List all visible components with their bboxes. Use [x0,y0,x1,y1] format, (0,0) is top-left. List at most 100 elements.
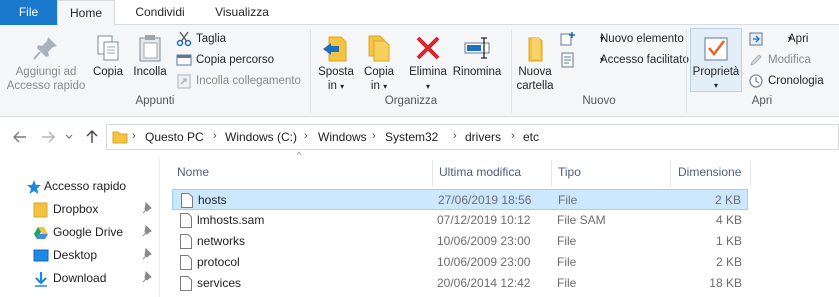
file-size: 2 KB [714,193,741,207]
edit-label: Modifica [768,54,811,66]
file-modified: 07/12/2019 10:12 [437,213,531,227]
column-header-modified[interactable]: Ultima modifica [439,162,549,182]
move-to-icon [323,36,347,62]
column-divider[interactable] [551,160,552,186]
column-divider[interactable] [670,160,671,186]
pin-quick-access-button[interactable]: Aggiungi ad Accesso rapido [4,33,88,93]
breadcrumb-separator[interactable]: › [511,130,515,142]
file-modified: 10/06/2009 23:00 [437,234,531,248]
breadcrumb-separator[interactable]: › [132,130,136,142]
tab-view[interactable]: Visualizza [202,0,282,25]
column-header-name[interactable]: Nome [177,162,427,182]
back-button[interactable] [10,127,30,147]
new-folder-button[interactable]: Nuova cartella [514,33,556,93]
new-item-button[interactable]: Nuovo elemento ▾ [560,29,684,49]
copy-to-label-2: in ▾ [370,80,388,92]
paste-label: Incolla [133,66,167,78]
recent-locations-button[interactable] [62,127,76,147]
file-name: lmhosts.sam [197,213,265,227]
properties-label: Proprietà [692,66,740,78]
breadcrumb-system32[interactable]: System32 [385,130,438,144]
nav-item-dropbox[interactable]: Dropbox [0,198,159,221]
breadcrumb-windows[interactable]: Windows [318,130,367,144]
nav-item-download[interactable]: Download [0,267,159,290]
breadcrumb-separator[interactable]: › [453,130,457,142]
file-icon [180,213,192,228]
download-icon [35,272,47,287]
nav-item-label: Dropbox [53,202,99,216]
address-bar[interactable]: › Questo PC › Windows (C:) › Windows › S… [106,124,839,150]
breadcrumb-drivers[interactable]: drivers [465,130,501,144]
file-row[interactable]: networks 10/06/2009 23:00 File 1 KB [172,231,748,252]
file-name: networks [197,234,246,248]
breadcrumb-separator[interactable]: › [372,130,376,142]
tab-home[interactable]: Home [57,0,115,26]
forward-button[interactable] [38,127,58,147]
move-to-button[interactable]: Sposta in ▾ [314,33,358,94]
rename-button[interactable]: Rinomina [451,33,503,79]
file-icon [180,276,192,291]
open-button[interactable]: Apri ▾ [748,29,808,49]
copy-path-button[interactable]: Copia percorso [176,50,306,70]
group-label-organize: Organizza [384,95,438,107]
forward-arrow-icon [42,131,55,143]
file-modified: 10/06/2009 23:00 [437,255,531,269]
copy-button[interactable]: Copia [90,33,126,79]
file-size: 1 KB [715,234,742,248]
nav-item-label: Accesso rapido [44,179,127,193]
file-modified: 27/06/2019 18:56 [438,193,532,207]
pin-icon [142,202,152,214]
properties-icon [704,37,728,61]
copy-path-icon [176,54,192,66]
breadcrumb-separator[interactable]: › [304,130,308,142]
file-icon [181,193,193,208]
column-header-type[interactable]: Tipo [558,162,658,182]
history-button[interactable]: Cronologia [748,71,836,91]
delete-label: Elimina ▾ [409,66,447,91]
paste-shortcut-button[interactable]: Incolla collegamento [176,71,306,91]
new-item-icon [560,32,575,46]
up-arrow-icon [86,130,98,143]
easy-access-button[interactable]: Accesso facilitato ▾ [560,50,689,70]
breadcrumb-this-pc[interactable]: Questo PC [145,130,204,144]
column-header-size[interactable]: Dimensione [678,162,748,182]
column-divider[interactable] [432,160,433,186]
copy-path-label: Copia percorso [196,54,274,66]
file-row[interactable]: hosts 27/06/2019 18:56 File 2 KB [172,189,748,210]
tab-file[interactable]: File [0,0,57,25]
navigation-pane: Accesso rapido Dropbox Google Drive Desk… [0,157,160,297]
nav-item-google-drive[interactable]: Google Drive [0,221,159,244]
breadcrumb-etc[interactable]: etc [523,130,539,144]
chevron-down-icon [65,134,73,139]
file-name: services [197,276,242,290]
desktop-icon [33,249,49,262]
up-button[interactable] [82,127,102,147]
copy-label: Copia [92,66,124,78]
delete-button[interactable]: Elimina ▾ [407,33,449,94]
new-folder-label-1: Nuova [518,66,552,78]
cut-button[interactable]: Taglia [176,29,296,49]
nav-item-quick-access[interactable]: Accesso rapido [0,175,159,198]
breadcrumb-c-drive[interactable]: Windows (C:) [225,130,297,144]
properties-button[interactable]: Proprietà ▾ [690,28,742,92]
column-divider[interactable] [750,160,751,186]
group-label-clipboard: Appunti [135,95,175,107]
ribbon: Aggiungi ad Accesso rapido Copia Incolla… [0,25,839,117]
file-type: File [557,234,577,248]
copy-to-button[interactable]: Copia in ▾ [360,33,398,94]
file-row[interactable]: lmhosts.sam 07/12/2019 10:12 File SAM 4 … [172,210,748,231]
breadcrumb-separator[interactable]: › [213,130,217,142]
ribbon-tabbar: File Home Condividi Visualizza [0,0,839,26]
move-to-label-1: Sposta [318,66,354,78]
tab-share[interactable]: Condividi [118,0,202,25]
file-row[interactable]: services 20/06/2014 12:42 File 18 KB [172,273,748,294]
nav-item-desktop[interactable]: Desktop [0,244,159,267]
file-row[interactable]: protocol 10/06/2009 23:00 File 2 KB [172,252,748,273]
file-type: File [558,193,578,207]
paste-button[interactable]: Incolla [130,33,170,79]
history-label: Cronologia [768,75,824,87]
new-folder-label-2: cartella [516,80,554,92]
pin-label-1: Aggiungi ad [15,66,77,78]
edit-button[interactable]: Modifica [748,50,828,70]
copy-icon [97,35,119,61]
